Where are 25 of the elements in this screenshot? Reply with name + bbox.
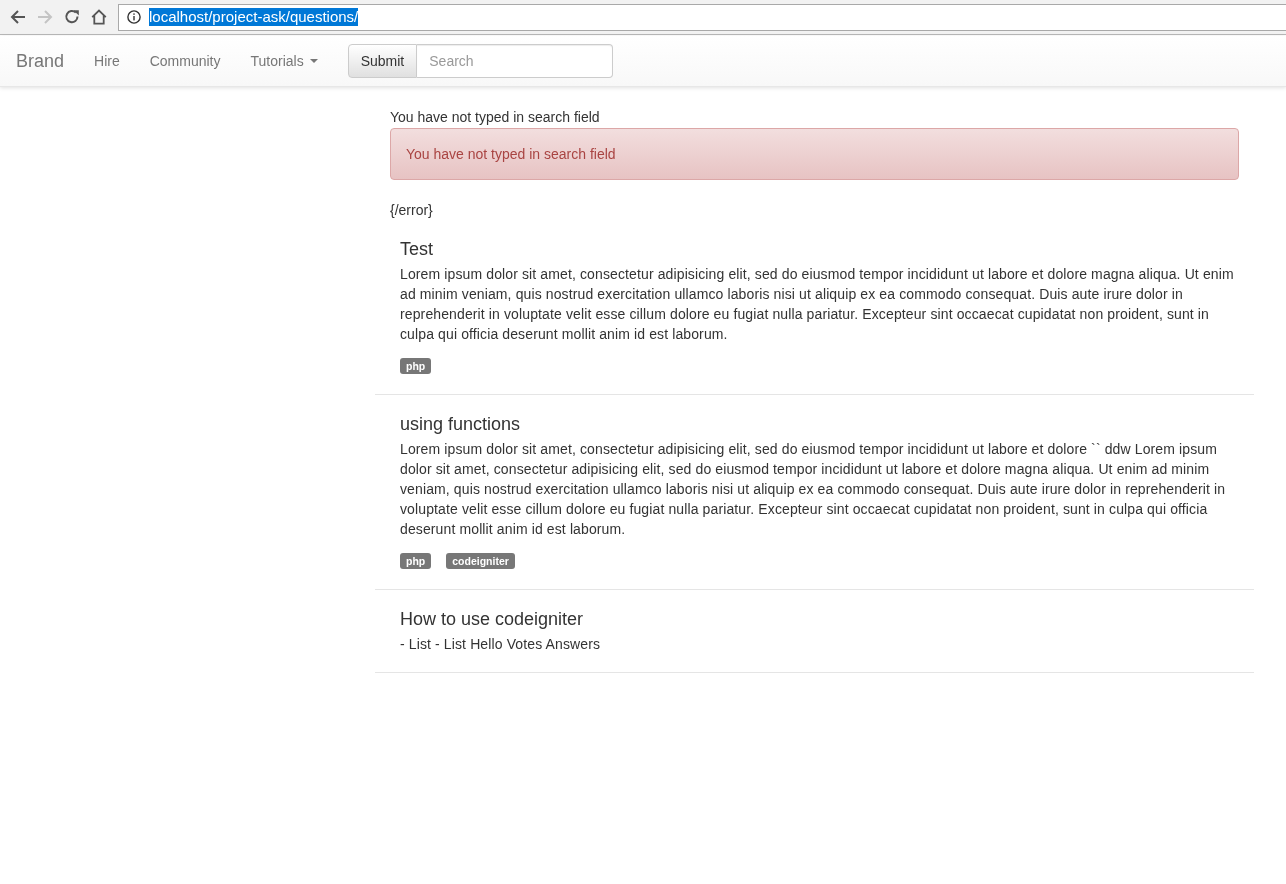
question-title: using functions: [400, 414, 522, 434]
back-icon[interactable]: [10, 9, 26, 25]
question-title: How to use codeigniter: [400, 609, 585, 629]
notice-text: You have not typed in search field: [390, 108, 601, 127]
nav-dropdown[interactable]: Tutorials: [235, 51, 333, 71]
home-icon[interactable]: [91, 9, 107, 25]
submit-button[interactable]: Submit: [347, 44, 418, 78]
brand-link[interactable]: Brand: [0, 51, 80, 71]
question-body: - List - List Hello Votes Answers: [400, 635, 602, 654]
tag: codeigniter: [446, 553, 515, 569]
tag: php: [400, 358, 432, 374]
tag: php: [400, 553, 432, 569]
error-alert: You have not typed in search field: [390, 128, 1239, 180]
template-tag-text: {/error}: [390, 201, 434, 220]
caret-icon: [309, 59, 318, 63]
nav-link[interactable]: Hire: [79, 51, 135, 71]
nav-link[interactable]: Community: [134, 51, 236, 71]
question-title: Test: [400, 239, 434, 259]
search-field[interactable]: Search: [417, 44, 614, 78]
question-body: Lorem ipsum dolor sit amet, consectetur adipisicing elit, sed do eiusmod tempor incididunt ut labore et dolore `` ddw Lorem ipsum dolor sit amet, consectetur adipisicing elit, sed do eiusmod tempor incididunt ut labore et dolore magna aliqua. Ut enim ad minim veniam, quis nostrud exercitation ullamco laboris nisi ut aliquip ex ea commodo consequat. Duis aute irure dolor in reprehenderit in voluptate velit esse cillum dolore eu fugiat nulla pariatur. Excepteur sint occaecat cupidatat non proident, sunt in culpa qui officia deserunt mollit anim id est laborum.: [400, 440, 1227, 539]
info-icon[interactable]: [127, 10, 141, 24]
url-text: localhost/project-ask/questions/: [149, 8, 359, 26]
question-body: Lorem ipsum dolor sit amet, consectetur adipisicing elit, sed do eiusmod tempor incididunt ut labore et dolore magna aliqua. Ut enim ad minim veniam, quis nostrud exercitation ullamco laboris nisi ut aliquip ex ea commodo consequat. Duis aute irure dolor in reprehenderit in voluptate velit esse cillum dolore eu fugiat nulla pariatur. Excepteur sint occaecat cupidatat non proident, sunt in culpa qui officia deserunt mollit anim id est laborum.: [400, 265, 1235, 344]
reload-icon[interactable]: [64, 9, 80, 25]
address-field[interactable]: localhost/project-ask/questions/: [118, 3, 1286, 31]
